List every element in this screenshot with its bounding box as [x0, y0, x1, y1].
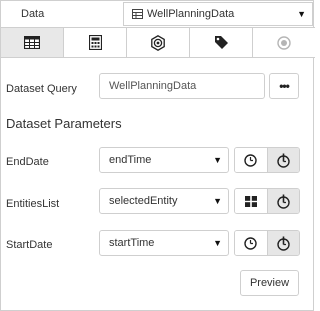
- tab-calculator[interactable]: [64, 28, 127, 57]
- dataset-query-label: Dataset Query: [6, 83, 77, 95]
- table-icon: [24, 36, 40, 49]
- param-fixed-button[interactable]: [235, 148, 267, 172]
- radio-target-icon: [277, 35, 291, 50]
- param-mode-group: [234, 188, 300, 214]
- param-label-startdate: StartDate: [6, 239, 53, 251]
- calculator-icon: [88, 35, 102, 50]
- tab-record[interactable]: [253, 28, 315, 57]
- param-bind-button[interactable]: [266, 148, 299, 172]
- param-label-entitieslist: EntitiesList: [6, 198, 60, 210]
- table-icon: [132, 9, 143, 19]
- param-list-button[interactable]: [235, 189, 267, 213]
- param-fixed-button[interactable]: [235, 231, 267, 255]
- data-panel: Data WellPlanningData ▼ Dataset Query We…: [0, 0, 315, 311]
- chevron-down-icon: ▼: [297, 9, 306, 19]
- tag-icon: [214, 36, 228, 49]
- chevron-down-icon: ▼: [213, 238, 222, 248]
- param-value: startTime: [109, 237, 155, 249]
- tab-bar: [1, 27, 315, 58]
- clock-icon: [244, 236, 257, 250]
- param-value: endTime: [109, 154, 152, 166]
- query-more-button[interactable]: •••: [269, 73, 299, 99]
- param-select-startdate[interactable]: startTime ▼: [99, 230, 229, 256]
- pointer-icon: [277, 153, 290, 168]
- param-label-enddate: EndDate: [6, 156, 49, 168]
- grid-icon: [244, 195, 257, 207]
- pointer-icon: [277, 236, 290, 251]
- param-bind-button[interactable]: [266, 231, 299, 255]
- param-mode-group: [234, 147, 300, 173]
- tab-settings[interactable]: [127, 28, 190, 57]
- pointer-icon: [277, 194, 290, 209]
- gear-icon: [151, 34, 165, 51]
- param-select-entitieslist[interactable]: selectedEntity ▼: [99, 188, 229, 214]
- preview-button[interactable]: Preview: [240, 270, 299, 296]
- param-bind-button[interactable]: [266, 189, 299, 213]
- panel-title: Data: [21, 8, 45, 20]
- chevron-down-icon: ▼: [213, 196, 222, 206]
- param-value: selectedEntity: [109, 195, 178, 207]
- dataset-query-input[interactable]: WellPlanningData: [99, 73, 265, 99]
- chevron-down-icon: ▼: [213, 155, 222, 165]
- tab-tag[interactable]: [190, 28, 253, 57]
- param-mode-group: [234, 230, 300, 256]
- tab-table[interactable]: [1, 28, 64, 57]
- dataset-parameters-title: Dataset Parameters: [6, 116, 122, 131]
- clock-icon: [244, 153, 257, 167]
- dataset-select[interactable]: WellPlanningData ▼: [123, 2, 313, 26]
- param-select-enddate[interactable]: endTime ▼: [99, 147, 229, 173]
- dataset-select-value: WellPlanningData: [147, 8, 235, 20]
